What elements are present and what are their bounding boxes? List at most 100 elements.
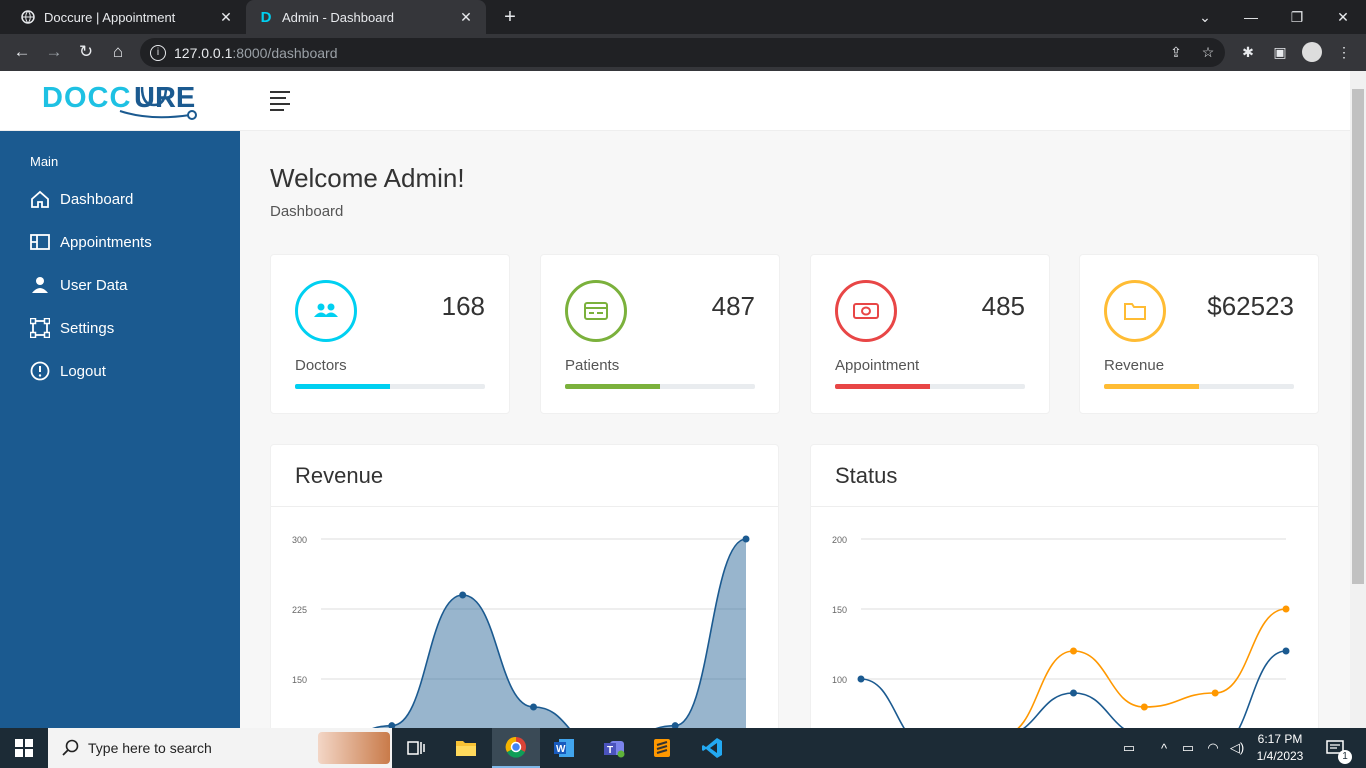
search-placeholder: Type here to search bbox=[88, 740, 212, 756]
series-line bbox=[372, 538, 747, 728]
share-icon[interactable]: ⇪ bbox=[1164, 40, 1188, 64]
money-icon bbox=[835, 280, 897, 342]
scrollbar-thumb[interactable] bbox=[1352, 89, 1364, 584]
minimize-button[interactable]: — bbox=[1228, 0, 1274, 34]
data-point[interactable] bbox=[1282, 647, 1290, 655]
profile-avatar[interactable] bbox=[1300, 40, 1324, 64]
stat-card-doctors: 168 Doctors bbox=[270, 254, 510, 414]
keyboard-icon[interactable]: ▭ bbox=[1114, 728, 1144, 768]
page-title: Welcome Admin! bbox=[270, 163, 465, 193]
revenue-chart-panel: Revenue 300 225 150 bbox=[270, 444, 779, 728]
sidebar-item-dashboard[interactable]: Dashboard bbox=[30, 187, 133, 211]
volume-icon[interactable]: ◁) bbox=[1226, 728, 1248, 768]
bookmark-star-icon[interactable]: ☆ bbox=[1196, 40, 1220, 64]
vscode-icon[interactable] bbox=[688, 728, 736, 768]
forward-icon[interactable]: → bbox=[42, 40, 66, 64]
url-path: :8000/dashboard bbox=[232, 44, 338, 61]
word-icon[interactable]: W bbox=[540, 728, 588, 768]
reload-icon[interactable]: ↻ bbox=[74, 40, 98, 64]
search-highlight-icon bbox=[318, 732, 390, 764]
clock-time: 6:17 PM bbox=[1257, 732, 1303, 746]
stat-label: Patients bbox=[565, 357, 620, 374]
info-icon[interactable]: i bbox=[150, 44, 166, 61]
taskbar-search-input[interactable]: Type here to search bbox=[48, 728, 392, 768]
doccure-favicon-icon: D bbox=[260, 8, 272, 26]
data-point[interactable] bbox=[459, 591, 467, 599]
y-tick-label: 150 bbox=[292, 675, 307, 685]
logout-icon bbox=[30, 361, 50, 381]
stat-label: Doctors bbox=[295, 357, 347, 374]
data-point[interactable] bbox=[530, 703, 537, 711]
sublime-text-icon[interactable] bbox=[638, 728, 686, 768]
tray-expand-icon[interactable]: ^ bbox=[1154, 728, 1174, 768]
window-close-button[interactable]: ✕ bbox=[1320, 0, 1366, 34]
status-chart: 200 150 100 bbox=[832, 535, 1290, 728]
stat-label: Revenue bbox=[1104, 357, 1165, 374]
sidebar-item-settings[interactable]: Settings bbox=[30, 316, 114, 340]
folder-icon bbox=[1104, 280, 1166, 342]
file-explorer-icon[interactable] bbox=[442, 728, 490, 768]
sidebar-item-user-data[interactable]: User Data bbox=[30, 273, 128, 297]
data-point[interactable] bbox=[742, 535, 750, 543]
sidebar-item-label: Dashboard bbox=[60, 190, 134, 208]
stat-card-revenue: $62523 Revenue bbox=[1079, 254, 1319, 414]
area-fill bbox=[374, 539, 746, 728]
windows-start-icon[interactable] bbox=[0, 728, 48, 768]
menu-toggle-icon[interactable] bbox=[270, 91, 290, 111]
sidebar-item-label: User Data bbox=[60, 276, 128, 294]
taskbar-clock[interactable]: 6:17 PM 1/4/2023 bbox=[1248, 731, 1312, 765]
task-view-icon[interactable] bbox=[392, 728, 440, 768]
sidebar-item-logout[interactable]: Logout bbox=[30, 359, 106, 383]
doccure-logo[interactable]: DOCC URE bbox=[42, 81, 200, 121]
data-point[interactable] bbox=[857, 675, 865, 683]
url-host: 127.0.0.1 bbox=[174, 44, 233, 61]
back-icon[interactable]: ← bbox=[10, 40, 34, 64]
browser-tab-dashboard[interactable]: D Admin - Dashboard ✕ bbox=[246, 0, 486, 34]
stat-value: 487 bbox=[711, 291, 755, 321]
data-point[interactable] bbox=[1140, 703, 1148, 711]
id-card-icon bbox=[565, 280, 627, 342]
close-icon[interactable]: ✕ bbox=[458, 9, 474, 26]
globe-icon bbox=[20, 9, 36, 25]
extensions-icon[interactable]: ✱ bbox=[1236, 40, 1260, 64]
notification-icon[interactable]: 1 bbox=[1318, 728, 1352, 768]
teams-icon[interactable]: T bbox=[590, 728, 638, 768]
browser-toolbar: ← → ↻ ⌂ i 127.0.0.1:8000/dashboard ⇪ ☆ ✱… bbox=[0, 34, 1366, 71]
revenue-chart: 300 225 150 bbox=[292, 535, 750, 728]
svg-text:DOCC: DOCC bbox=[42, 82, 131, 114]
wifi-icon[interactable]: ◠ bbox=[1202, 728, 1224, 768]
stat-card-patients: 487 Patients bbox=[540, 254, 780, 414]
data-point[interactable] bbox=[1070, 689, 1077, 697]
data-point[interactable] bbox=[1070, 647, 1077, 655]
y-tick-label: 100 bbox=[832, 675, 847, 685]
y-tick-label: 300 bbox=[292, 535, 307, 545]
stat-label: Appointment bbox=[835, 357, 920, 374]
svg-text:W: W bbox=[556, 744, 566, 755]
browser-tab-appointment[interactable]: Doccure | Appointment ✕ bbox=[8, 0, 246, 34]
chrome-icon[interactable] bbox=[492, 728, 540, 768]
browser-tabbar: Doccure | Appointment ✕ D Admin - Dashbo… bbox=[0, 0, 1366, 34]
svg-text:T: T bbox=[607, 745, 613, 756]
home-icon[interactable]: ⌂ bbox=[106, 40, 130, 64]
menu-dots-icon[interactable]: ⋮ bbox=[1332, 40, 1356, 64]
data-point[interactable] bbox=[1282, 605, 1290, 613]
data-point[interactable] bbox=[1211, 689, 1219, 697]
new-tab-button[interactable]: + bbox=[498, 5, 522, 29]
settings-icon bbox=[30, 318, 50, 338]
stat-value: $62523 bbox=[1207, 291, 1294, 321]
progress-bar bbox=[1104, 384, 1294, 389]
address-bar[interactable]: i 127.0.0.1:8000/dashboard bbox=[140, 38, 1225, 67]
sidebar-item-label: Appointments bbox=[60, 233, 152, 251]
doctors-icon bbox=[295, 280, 357, 342]
battery-icon[interactable]: ▭ bbox=[1178, 728, 1198, 768]
close-icon[interactable]: ✕ bbox=[218, 9, 234, 26]
sidebar-item-label: Settings bbox=[60, 319, 115, 337]
side-panel-icon[interactable]: ▣ bbox=[1268, 40, 1292, 64]
restore-button[interactable]: ❐ bbox=[1274, 0, 1320, 34]
sidebar-item-appointments[interactable]: Appointments bbox=[30, 230, 152, 254]
progress-bar bbox=[565, 384, 755, 389]
notification-badge: 1 bbox=[1338, 750, 1352, 764]
tab-title: Doccure | Appointment bbox=[44, 9, 176, 25]
page-scrollbar[interactable] bbox=[1350, 71, 1366, 728]
tab-search-chevron-icon[interactable]: ⌄ bbox=[1182, 0, 1228, 34]
